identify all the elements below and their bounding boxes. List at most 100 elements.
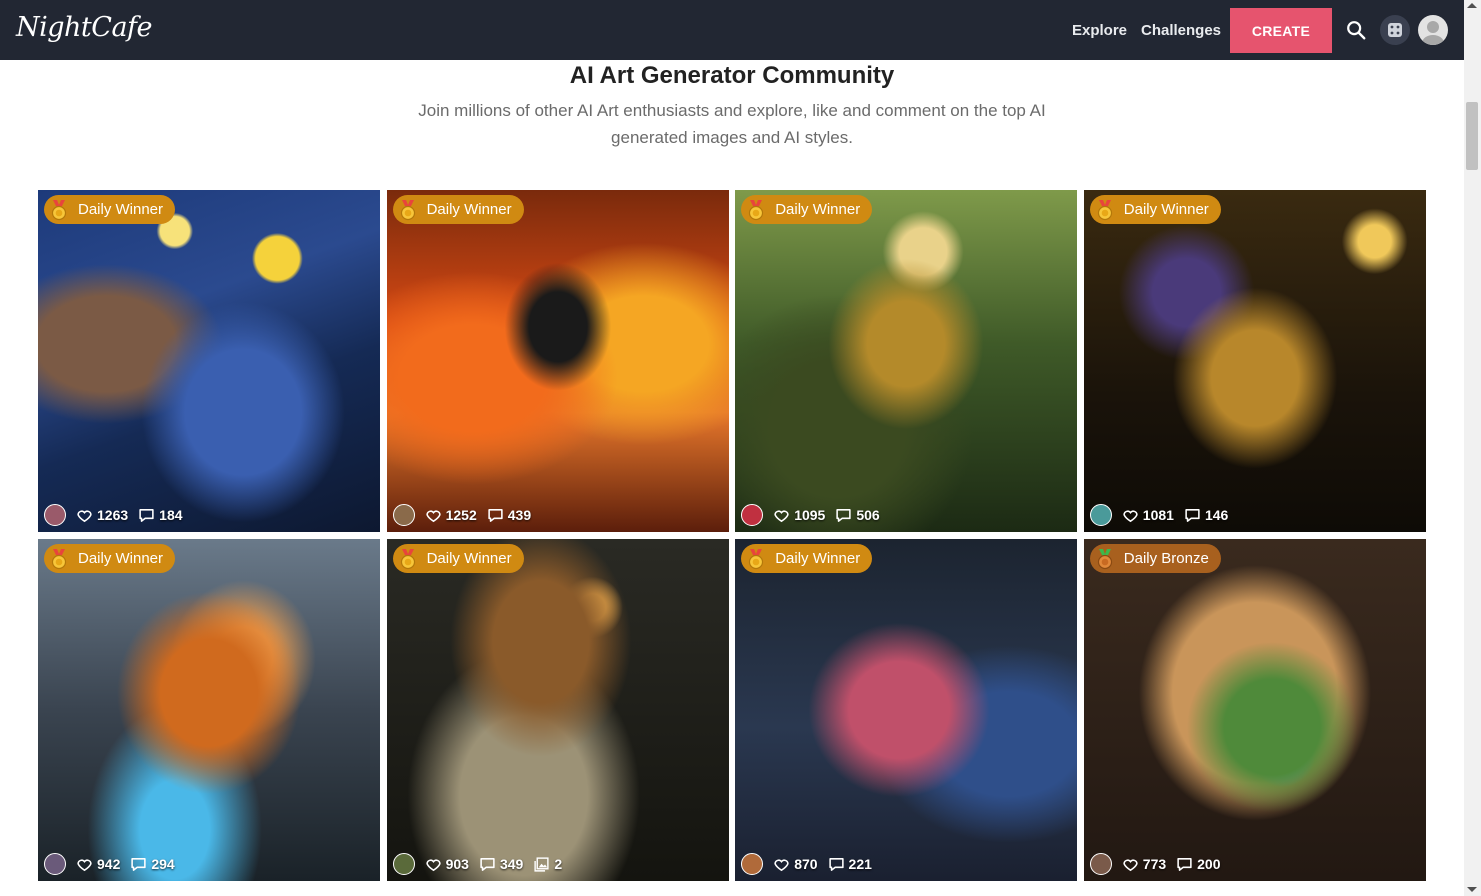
medal-icon xyxy=(400,548,415,569)
creation-card[interactable]: Daily Bronze 773 200 xyxy=(1083,539,1426,881)
daily-winner-badge: Daily Winner xyxy=(392,195,524,224)
author-avatar[interactable] xyxy=(741,504,764,526)
comments-count: 200 xyxy=(1197,856,1221,872)
likes-stat[interactable]: 903 xyxy=(425,856,469,873)
card-stats: 1095 506 xyxy=(741,504,880,526)
author-avatar[interactable] xyxy=(1089,853,1112,875)
heart-icon xyxy=(425,858,441,871)
creation-image[interactable] xyxy=(386,539,729,881)
badge-label: Daily Winner xyxy=(78,201,164,218)
daily-winner-badge: Daily Winner xyxy=(392,544,524,573)
card-stats: 1252 439 xyxy=(392,504,531,526)
comments-stat[interactable]: 221 xyxy=(828,856,872,873)
collections-stat[interactable]: 2 xyxy=(533,856,562,873)
scroll-down-arrow-icon[interactable] xyxy=(1467,887,1477,892)
daily-winner-badge: Daily Winner xyxy=(741,544,873,573)
badge-label: Daily Winner xyxy=(775,550,861,567)
badge-label: Daily Winner xyxy=(775,201,861,218)
likes-count: 870 xyxy=(794,856,818,872)
creation-card[interactable]: Daily Winner 1081 146 xyxy=(1083,190,1426,532)
creation-image[interactable] xyxy=(38,539,380,881)
images-icon xyxy=(534,856,549,872)
badge-label: Daily Winner xyxy=(78,550,164,567)
nav-explore-link[interactable]: Explore xyxy=(1072,22,1127,39)
creation-image[interactable] xyxy=(1083,539,1426,881)
heart-icon xyxy=(774,858,789,871)
creation-card[interactable]: Daily Winner 1252 439 xyxy=(386,190,729,532)
medal-icon xyxy=(1097,199,1112,220)
likes-count: 1252 xyxy=(445,507,477,523)
creation-image[interactable] xyxy=(1083,190,1426,532)
comment-icon xyxy=(836,508,851,522)
search-icon[interactable] xyxy=(1343,17,1369,43)
comment-icon xyxy=(139,508,154,522)
comments-stat[interactable]: 439 xyxy=(487,507,531,524)
scrollbar-thumb[interactable] xyxy=(1466,102,1478,170)
likes-stat[interactable]: 1252 xyxy=(425,507,477,524)
medal-icon xyxy=(749,199,764,220)
comments-stat[interactable]: 184 xyxy=(138,507,183,524)
likes-count: 1081 xyxy=(1142,507,1174,523)
comments-stat[interactable]: 506 xyxy=(835,507,880,524)
dice-icon[interactable] xyxy=(1380,15,1410,45)
likes-stat[interactable]: 942 xyxy=(76,856,120,873)
medal-icon xyxy=(51,548,67,569)
author-avatar[interactable] xyxy=(741,853,764,875)
medal-icon xyxy=(1097,548,1112,569)
comments-count: 294 xyxy=(151,856,175,872)
card-stats: 903 349 2 xyxy=(392,853,562,875)
comment-icon xyxy=(1185,508,1200,522)
card-stats: 1263 184 xyxy=(44,504,183,526)
comments-stat[interactable]: 200 xyxy=(1176,856,1221,873)
author-avatar[interactable] xyxy=(392,853,415,875)
creation-image[interactable] xyxy=(386,190,729,532)
user-avatar-icon[interactable] xyxy=(1418,15,1448,45)
scroll-up-arrow-icon[interactable] xyxy=(1467,3,1477,8)
creation-image[interactable] xyxy=(38,190,380,532)
daily-winner-badge: Daily Winner xyxy=(741,195,873,224)
author-avatar[interactable] xyxy=(1089,504,1112,526)
creation-image[interactable] xyxy=(735,539,1078,881)
author-avatar[interactable] xyxy=(392,504,415,526)
comments-count: 439 xyxy=(507,507,532,523)
medal-icon xyxy=(51,199,67,220)
likes-stat[interactable]: 773 xyxy=(1122,856,1166,873)
creation-card[interactable]: Daily Winner 1263 184 xyxy=(38,190,380,532)
heart-icon xyxy=(774,509,789,522)
creation-card[interactable]: Daily Winner 942 294 xyxy=(38,539,380,881)
likes-stat[interactable]: 1095 xyxy=(773,507,825,524)
medal-icon xyxy=(400,199,415,220)
creation-card[interactable]: Daily Winner 1095 506 xyxy=(735,190,1078,532)
badge-label: Daily Bronze xyxy=(1123,550,1209,567)
badge-label: Daily Winner xyxy=(426,201,512,218)
comments-count: 221 xyxy=(848,856,872,872)
likes-stat[interactable]: 1263 xyxy=(76,507,128,524)
daily-winner-badge: Daily Winner xyxy=(1089,195,1221,224)
page-subtitle: Join millions of other AI Art enthusiast… xyxy=(418,101,1046,147)
likes-count: 903 xyxy=(445,856,469,872)
heart-icon xyxy=(1123,509,1138,522)
badge-label: Daily Winner xyxy=(1123,201,1209,218)
likes-count: 1095 xyxy=(794,507,826,523)
comments-count: 506 xyxy=(856,507,880,523)
comments-count: 349 xyxy=(499,856,524,872)
comments-stat[interactable]: 146 xyxy=(1184,507,1228,524)
daily-bronze-badge: Daily Bronze xyxy=(1089,544,1221,573)
comments-stat[interactable]: 294 xyxy=(130,856,175,873)
creation-image[interactable] xyxy=(735,190,1078,532)
collections-count: 2 xyxy=(554,856,563,872)
likes-stat[interactable]: 1081 xyxy=(1122,507,1174,524)
creation-card[interactable]: Daily Winner 903 349 2 xyxy=(386,539,729,881)
heart-icon xyxy=(77,858,92,871)
author-avatar[interactable] xyxy=(44,853,66,875)
create-button[interactable]: CREATE xyxy=(1230,8,1332,53)
comment-icon xyxy=(828,857,844,871)
author-avatar[interactable] xyxy=(44,504,66,526)
creation-card[interactable]: Daily Winner 870 221 xyxy=(735,539,1078,881)
nav-challenges-link[interactable]: Challenges xyxy=(1141,22,1221,39)
medal-icon xyxy=(749,548,764,569)
heart-icon xyxy=(1123,858,1138,871)
comments-stat[interactable]: 349 xyxy=(479,856,523,873)
nightcafe-logo[interactable]: NightCafe xyxy=(16,12,153,43)
likes-stat[interactable]: 870 xyxy=(773,856,818,873)
